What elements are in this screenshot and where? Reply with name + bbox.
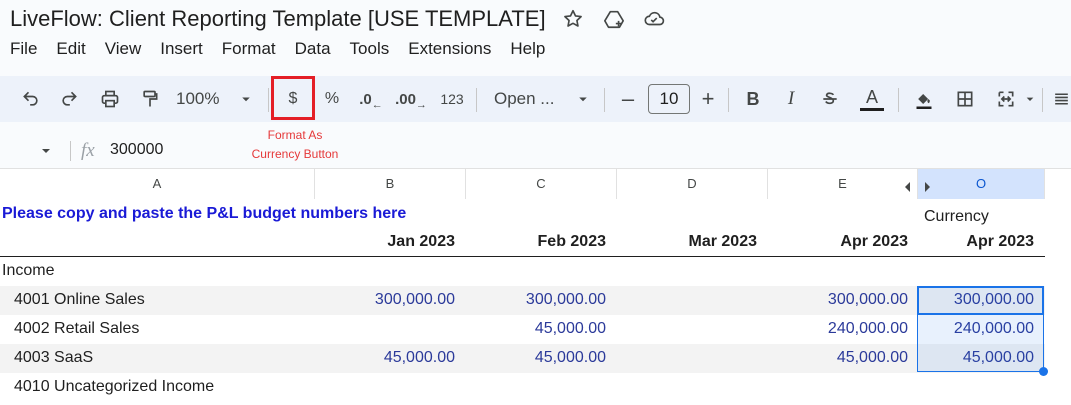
currency-button-highlight <box>271 76 315 120</box>
fx-icon: fx <box>81 140 95 161</box>
toolbar-divider <box>476 88 477 112</box>
font-size-decrease-button[interactable]: – <box>616 76 640 122</box>
row-label[interactable]: 4002 Retail Sales <box>14 320 139 338</box>
menu-view[interactable]: View <box>105 39 142 61</box>
font-size-input[interactable]: 10 <box>648 76 690 122</box>
increase-decimal-button[interactable]: .00 → <box>394 76 428 122</box>
print-icon[interactable] <box>96 76 124 122</box>
toolbar-divider <box>728 88 729 112</box>
annotation-label: Format As Currency Button <box>251 128 339 161</box>
month-header-feb[interactable]: Feb 2023 <box>466 233 606 251</box>
text-color-button[interactable]: A <box>856 76 888 122</box>
row-label[interactable]: 4010 Uncategorized Income <box>14 378 214 396</box>
font-size-increase-button[interactable]: + <box>696 76 720 122</box>
menu-file[interactable]: File <box>10 39 37 61</box>
zoom-select[interactable]: 100% <box>176 76 232 122</box>
arrow-left-icon: ← <box>371 99 383 111</box>
instruction-text[interactable]: Please copy and paste the P&L budget num… <box>2 205 406 223</box>
month-header-mar[interactable]: Mar 2023 <box>617 233 758 251</box>
strikethrough-icon[interactable] <box>816 76 844 122</box>
currency-label[interactable]: Currency <box>924 208 989 226</box>
toolbar-divider <box>898 88 899 112</box>
zoom-value: 100% <box>176 89 220 108</box>
formula-bar-divider <box>70 141 71 161</box>
menu-format[interactable]: Format <box>222 39 276 61</box>
paint-format-icon[interactable] <box>136 76 164 122</box>
decrease-decimal-button[interactable]: .0 ← <box>354 76 388 122</box>
align-icon[interactable] <box>1052 76 1071 122</box>
zoom-dropdown-icon[interactable] <box>237 76 255 122</box>
borders-icon[interactable] <box>952 76 978 122</box>
cell-value[interactable]: 45,000.00 <box>768 349 908 367</box>
cloud-saved-icon[interactable] <box>643 8 665 30</box>
redo-icon[interactable] <box>56 76 82 122</box>
column-header-o[interactable]: O <box>918 169 1045 199</box>
cell-value[interactable]: 300,000.00 <box>768 291 908 309</box>
month-header-apr-currency[interactable]: Apr 2023 <box>918 233 1034 251</box>
star-icon[interactable] <box>562 8 584 30</box>
menu-data[interactable]: Data <box>295 39 331 61</box>
header-underline <box>0 256 1045 257</box>
fill-color-icon[interactable] <box>910 76 938 122</box>
plus-icon: + <box>701 86 715 111</box>
column-header-a[interactable]: A <box>0 169 315 199</box>
font-dropdown-icon[interactable] <box>574 76 592 122</box>
format-percent-button[interactable]: % <box>318 76 346 122</box>
menu-help[interactable]: Help <box>510 39 545 61</box>
menu-extensions[interactable]: Extensions <box>408 39 491 61</box>
more-formats-button[interactable]: 123 <box>436 76 468 122</box>
menu-insert[interactable]: Insert <box>160 39 203 61</box>
column-headers: A B C D E O <box>0 168 1071 200</box>
document-title[interactable]: LiveFlow: Client Reporting Template [USE… <box>10 6 546 32</box>
fill-handle[interactable] <box>1039 367 1048 376</box>
italic-button[interactable]: I <box>778 76 804 122</box>
toolbar-divider <box>1042 88 1043 112</box>
toolbar: 100% $ % .0 ← .00 → 123 Open ... – 10 + B … <box>0 76 1071 122</box>
column-header-d[interactable]: D <box>617 169 768 199</box>
bold-button[interactable]: B <box>740 76 766 122</box>
column-header-e[interactable]: E <box>768 169 918 199</box>
month-header-apr[interactable]: Apr 2023 <box>768 233 908 251</box>
row-label[interactable]: 4001 Online Sales <box>14 291 145 309</box>
arrow-right-icon: → <box>415 99 427 111</box>
name-box-dropdown-icon[interactable] <box>38 143 54 159</box>
formula-input[interactable]: 300000 <box>110 141 163 159</box>
toolbar-divider <box>268 88 269 112</box>
merge-cells-icon[interactable] <box>992 76 1020 122</box>
font-family-select[interactable]: Open ... <box>494 76 564 122</box>
cell-value[interactable]: 240,000.00 <box>768 320 908 338</box>
column-header-c[interactable]: C <box>466 169 617 199</box>
cell-value[interactable]: 300,000.00 <box>466 291 606 309</box>
menu-edit[interactable]: Edit <box>56 39 85 61</box>
menu-bar: File Edit View Insert Format Data Tools … <box>10 39 564 61</box>
merge-dropdown-icon[interactable] <box>1022 76 1038 122</box>
month-header-jan[interactable]: Jan 2023 <box>315 233 455 251</box>
section-label-income[interactable]: Income <box>2 262 54 280</box>
move-to-drive-icon[interactable] <box>603 8 625 30</box>
text-color-swatch <box>860 107 884 111</box>
row-label[interactable]: 4003 SaaS <box>14 349 93 367</box>
cell-value[interactable]: 45,000.00 <box>466 320 606 338</box>
column-header-b[interactable]: B <box>315 169 466 199</box>
toolbar-divider <box>604 88 605 112</box>
menu-tools[interactable]: Tools <box>350 39 390 61</box>
hidden-columns-right-icon[interactable] <box>923 179 931 192</box>
cell-value[interactable]: 45,000.00 <box>315 349 455 367</box>
minus-icon: – <box>621 86 635 111</box>
cell-value[interactable]: 45,000.00 <box>466 349 606 367</box>
undo-icon[interactable] <box>18 76 44 122</box>
cell-value[interactable]: 300,000.00 <box>315 291 455 309</box>
active-cell[interactable] <box>917 286 1044 315</box>
hidden-columns-left-icon[interactable] <box>904 179 912 192</box>
